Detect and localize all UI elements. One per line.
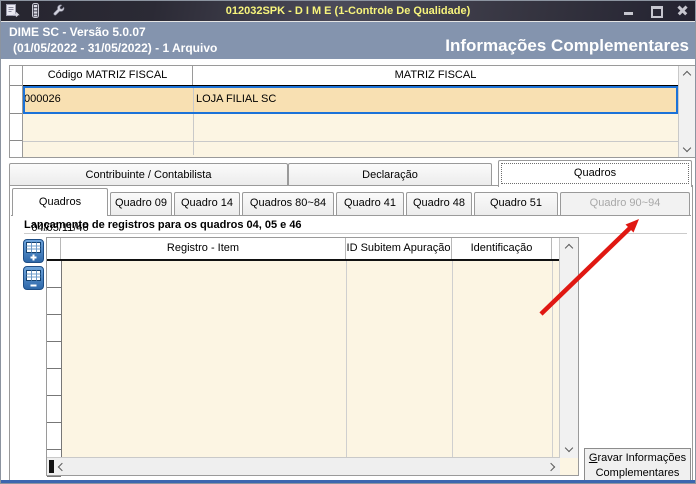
add-row-button[interactable] <box>23 239 44 263</box>
quadros-tab-page: Quadros 04/05/11/46 Quadro 09 Quadro 14 … <box>9 185 693 482</box>
window-controls <box>622 4 689 18</box>
subtab-quadro-48[interactable]: Quadro 48 <box>406 192 472 215</box>
scroll-left-icon[interactable] <box>57 462 67 472</box>
titlebar-icons <box>5 3 66 18</box>
tab-declaracao[interactable]: Declaração <box>288 163 492 185</box>
cell-codigo: 000026 <box>23 86 194 114</box>
remove-row-button[interactable] <box>23 266 44 290</box>
subtab-quadro-90-94: Quadro 90~94 <box>560 192 690 215</box>
minimize-button[interactable] <box>622 4 635 17</box>
quadros-records-table: Registro - Item ID Subitem Apuração Iden… <box>46 237 579 477</box>
column-header-registro-item[interactable]: Registro - Item <box>61 238 346 259</box>
matriz-fiscal-grid: Código MATRIZ FISCAL MATRIZ FISCAL 00002… <box>9 65 695 158</box>
grid-header-row: Código MATRIZ FISCAL MATRIZ FISCAL <box>23 66 678 86</box>
grid-row-empty <box>23 114 678 142</box>
grid-column-header-codigo[interactable]: Código MATRIZ FISCAL <box>23 66 193 85</box>
quadros-subtab-strip: Quadros 04/05/11/46 Quadro 09 Quadro 14 … <box>11 188 691 234</box>
h-scroll-thumb[interactable] <box>49 460 54 473</box>
app-window: 012032SPK - D I M E (1-Controle De Quali… <box>0 0 696 484</box>
document-icon[interactable] <box>5 3 20 18</box>
grid-column-header-matriz[interactable]: MATRIZ FISCAL <box>193 66 678 85</box>
grid-row-selected[interactable]: 000026 LOJA FILIAL SC <box>23 86 678 114</box>
column-header-id-subitem[interactable]: ID Subitem Apuração <box>346 238 452 259</box>
window-bottom-border <box>1 480 695 483</box>
cell-matriz: LOJA FILIAL SC <box>196 93 277 105</box>
traffic-light-icon[interactable] <box>28 3 43 18</box>
maximize-button[interactable] <box>649 4 663 18</box>
grid-vertical-scrollbar[interactable] <box>678 66 695 157</box>
wrench-icon[interactable] <box>51 3 66 18</box>
subtab-quadros-80-84[interactable]: Quadros 80~84 <box>242 192 334 215</box>
tab-quadros[interactable]: Quadros <box>498 160 692 187</box>
tab-contribuinte-contabilista[interactable]: Contribuinte / Contabilista <box>9 163 288 185</box>
app-version-text: DIME SC - Versão 5.0.07 <box>9 25 146 39</box>
section-separator <box>24 233 687 234</box>
scroll-up-icon[interactable] <box>564 243 574 253</box>
maximize-icon <box>651 6 663 18</box>
page-title: Informações Complementares <box>445 36 689 55</box>
column-header-identificacao[interactable]: Identificação <box>452 238 552 259</box>
table-vertical-scrollbar[interactable] <box>559 238 578 458</box>
scroll-up-icon[interactable] <box>682 70 692 80</box>
scroll-down-icon[interactable] <box>682 143 692 153</box>
subtab-quadro-09[interactable]: Quadro 09 <box>110 192 172 215</box>
scroll-right-icon[interactable] <box>546 462 556 472</box>
table-body[interactable] <box>47 261 560 477</box>
grid-row-empty <box>23 142 678 155</box>
titlebar: 012032SPK - D I M E (1-Controle De Quali… <box>1 1 695 21</box>
header-band: DIME SC - Versão 5.0.07 (01/05/2022 - 31… <box>1 21 695 59</box>
subtab-quadros-04-05-11-46[interactable]: Quadros 04/05/11/46 <box>12 188 108 234</box>
table-horizontal-scrollbar[interactable] <box>47 457 560 475</box>
gravar-informacoes-button[interactable]: Gravar Informações Complementares <box>584 448 691 482</box>
minimize-icon <box>624 12 633 15</box>
table-header-row: Registro - Item ID Subitem Apuração Iden… <box>47 238 560 261</box>
window-title: 012032SPK - D I M E (1-Controle De Quali… <box>225 5 471 17</box>
table-row-indicator-column <box>47 261 62 477</box>
period-text: (01/05/2022 - 31/05/2022) - 1 Arquivo <box>13 41 218 55</box>
scroll-down-icon[interactable] <box>564 443 574 453</box>
table-indicator-header <box>47 238 61 259</box>
grid-row-indicator-column <box>10 66 23 157</box>
subtab-quadro-51[interactable]: Quadro 51 <box>474 192 558 215</box>
subtab-quadro-14[interactable]: Quadro 14 <box>174 192 240 215</box>
close-button[interactable] <box>676 4 689 17</box>
subtab-quadro-41[interactable]: Quadro 41 <box>336 192 404 215</box>
